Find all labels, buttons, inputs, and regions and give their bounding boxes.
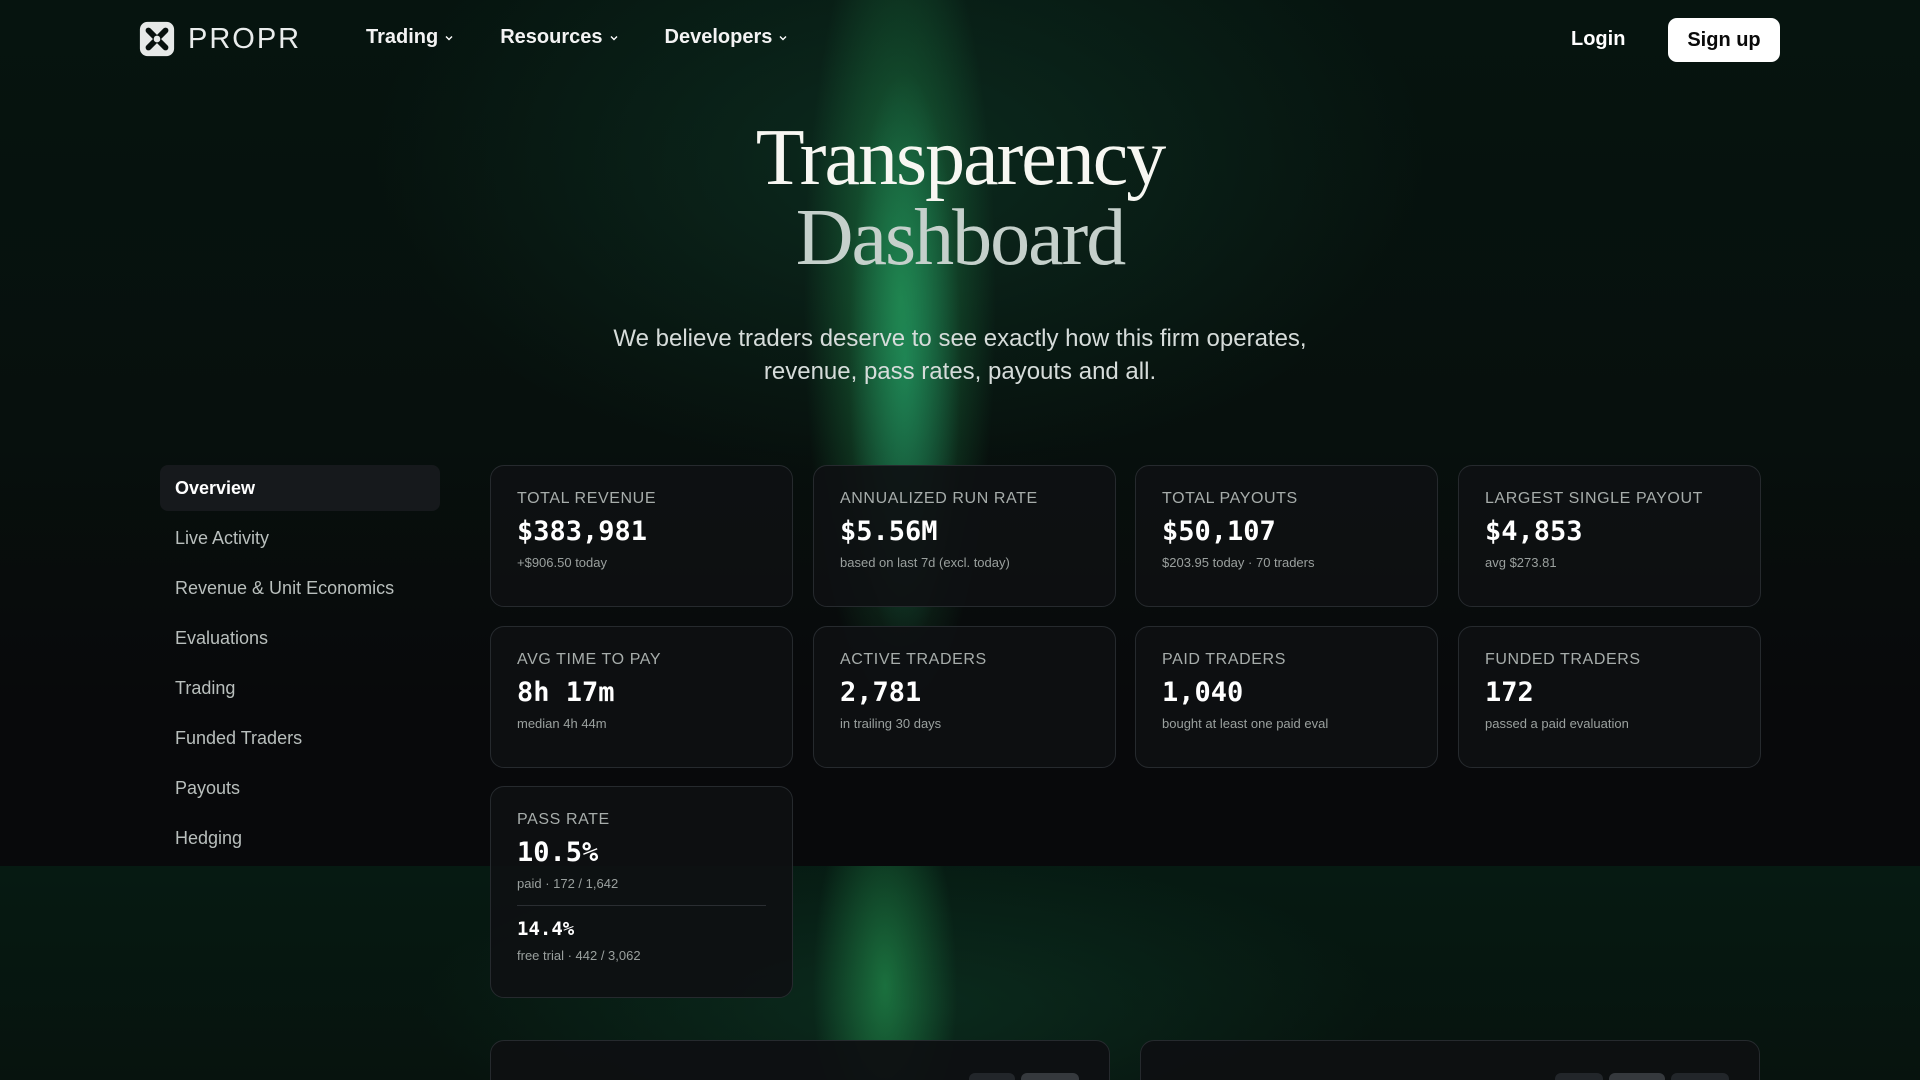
stat-note: +$906.50 today — [517, 555, 607, 570]
stat-label: PAID TRADERS — [1162, 651, 1286, 668]
stat-value: 1,040 — [1162, 677, 1244, 708]
top-navbar: PROPR Trading Resources Developers Login… — [0, 0, 1920, 80]
chart-panel-left — [490, 1040, 1110, 1080]
stat-value: $5.56M — [840, 516, 938, 547]
stat-note: avg $273.81 — [1485, 555, 1557, 570]
main-menu: Trading Resources Developers — [366, 26, 788, 49]
stat-value: 8h 17m — [517, 677, 615, 708]
chevron-down-icon — [445, 35, 453, 40]
stat-note: based on last 7d (excl. today) — [840, 555, 1010, 570]
stat-label: TOTAL PAYOUTS — [1162, 490, 1298, 507]
stat-value: 2,781 — [840, 677, 922, 708]
propr-logo-icon — [139, 21, 175, 57]
sidebar-item-funded-traders[interactable]: Funded Traders — [160, 715, 440, 761]
page-title-line-2: Dashboard — [795, 194, 1127, 282]
stat-value-secondary: 14.4% — [517, 918, 575, 940]
chevron-down-icon — [779, 35, 787, 40]
divider — [517, 905, 766, 906]
page-title-line-1: Transparency — [755, 114, 1167, 202]
stat-value: 10.5% — [517, 837, 599, 868]
sidebar-item-revenue-unit-economics[interactable]: Revenue & Unit Economics — [160, 565, 440, 611]
stat-card-annualized-run-rate: ANNUALIZED RUN RATE $5.56M based on last… — [813, 465, 1116, 607]
stat-value: $4,853 — [1485, 516, 1583, 547]
sidebar-item-hedging[interactable]: Hedging — [160, 815, 440, 861]
stat-card-active-traders: ACTIVE TRADERS 2,781 in trailing 30 days — [813, 626, 1116, 768]
menu-trading[interactable]: Trading — [366, 26, 454, 49]
stat-label: ANNUALIZED RUN RATE — [840, 490, 1038, 507]
menu-trading-label: Trading — [366, 26, 439, 48]
stat-label: TOTAL REVENUE — [517, 490, 657, 507]
stat-value: $50,107 — [1162, 516, 1276, 547]
sidebar-item-trading[interactable]: Trading — [160, 665, 440, 711]
page-subtitle-line-1: We believe traders deserve to see exactl… — [613, 325, 1307, 352]
page: PROPR Trading Resources Developers Login… — [0, 0, 1920, 1080]
menu-resources[interactable]: Resources — [500, 26, 618, 49]
menu-developers-label: Developers — [664, 26, 773, 48]
login-link[interactable]: Login — [1571, 28, 1625, 51]
sidebar-item-live-activity[interactable]: Live Activity — [160, 515, 440, 561]
stat-note: paid · 172 / 1,642 — [517, 876, 619, 891]
stat-value: $383,981 — [517, 516, 648, 547]
range-toggle-active[interactable] — [1609, 1073, 1665, 1080]
stat-label: FUNDED TRADERS — [1485, 651, 1641, 668]
chart-panel-right — [1140, 1040, 1760, 1080]
stat-card-total-payouts: TOTAL PAYOUTS $50,107 $203.95 today · 70… — [1135, 465, 1438, 607]
stat-card-largest-single-payout: LARGEST SINGLE PAYOUT $4,853 avg $273.81 — [1458, 465, 1761, 607]
stat-note: $203.95 today · 70 traders — [1162, 555, 1315, 570]
stat-label: ACTIVE TRADERS — [840, 651, 987, 668]
stat-card-avg-time-to-pay: AVG TIME TO PAY 8h 17m median 4h 44m — [490, 626, 793, 768]
sidebar-item-evaluations[interactable]: Evaluations — [160, 615, 440, 661]
stat-card-total-revenue: TOTAL REVENUE $383,981 +$906.50 today — [490, 465, 793, 607]
chevron-down-icon — [610, 35, 618, 40]
stat-note: passed a paid evaluation — [1485, 716, 1629, 731]
range-toggle[interactable] — [1671, 1073, 1729, 1080]
stat-note: median 4h 44m — [517, 716, 607, 731]
stat-card-funded-traders: FUNDED TRADERS 172 passed a paid evaluat… — [1458, 626, 1761, 768]
page-title: Transparency Dashboard — [0, 118, 1920, 278]
signup-button[interactable]: Sign up — [1668, 18, 1780, 62]
stat-value: 172 — [1485, 677, 1534, 708]
stat-card-pass-rate: PASS RATE 10.5% paid · 172 / 1,642 14.4%… — [490, 786, 793, 998]
stat-label: AVG TIME TO PAY — [517, 651, 662, 668]
stat-label: PASS RATE — [517, 811, 610, 828]
stat-card-paid-traders: PAID TRADERS 1,040 bought at least one p… — [1135, 626, 1438, 768]
range-toggle[interactable] — [1555, 1073, 1603, 1080]
range-toggle[interactable] — [969, 1073, 1015, 1080]
brand-name: PROPR — [188, 22, 302, 55]
menu-developers[interactable]: Developers — [665, 26, 789, 49]
stat-note-secondary: free trial · 442 / 3,062 — [517, 948, 641, 963]
range-toggle-active[interactable] — [1021, 1073, 1079, 1080]
menu-resources-label: Resources — [500, 26, 603, 48]
stat-label: LARGEST SINGLE PAYOUT — [1485, 490, 1703, 507]
stat-note: bought at least one paid eval — [1162, 716, 1329, 731]
page-subtitle: We believe traders deserve to see exactl… — [0, 322, 1920, 388]
page-subtitle-line-2: revenue, pass rates, payouts and all. — [763, 358, 1157, 385]
stat-note: in trailing 30 days — [840, 716, 942, 731]
brand-logo[interactable]: PROPR — [138, 20, 301, 58]
sidebar-item-payouts[interactable]: Payouts — [160, 765, 440, 811]
section-sidebar: Overview Live Activity Revenue & Unit Ec… — [160, 465, 440, 865]
sidebar-item-overview[interactable]: Overview — [160, 465, 440, 511]
